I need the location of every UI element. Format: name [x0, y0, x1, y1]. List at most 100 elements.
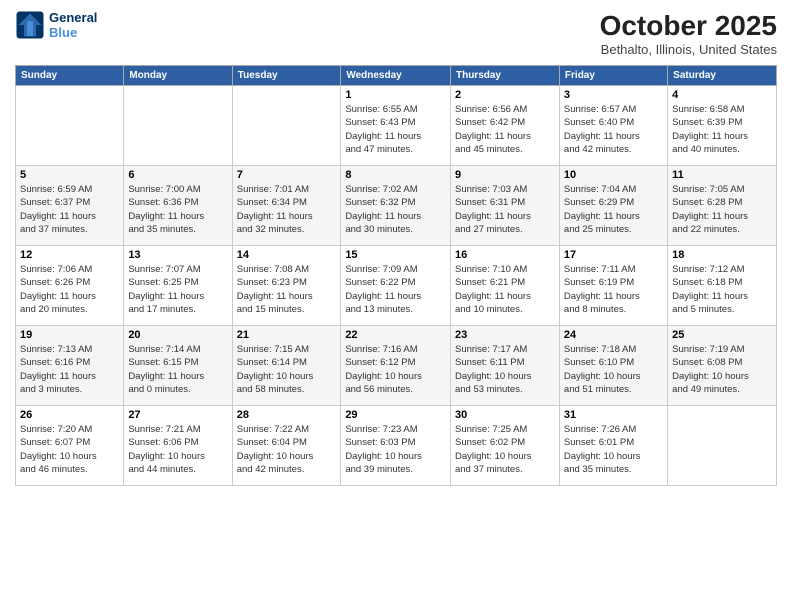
day-number: 3	[564, 89, 663, 101]
calendar-cell: 5 Sunrise: 6:59 AM Sunset: 6:37 PM Daylig…	[16, 166, 124, 246]
day-number: 28	[237, 409, 337, 421]
day-number: 19	[20, 329, 119, 341]
day-info: Sunrise: 7:12 AM Sunset: 6:18 PM Dayligh…	[672, 263, 772, 316]
calendar-cell: 20Sunrise: 7:14 AM Sunset: 6:15 PM Dayli…	[124, 326, 232, 406]
calendar-cell: 31 Sunrise: 7:26 AM Sunset: 6:01 PM Dayli…	[559, 406, 667, 486]
calendar-cell: 9 Sunrise: 7:03 AM Sunset: 6:31 PM Daylig…	[450, 166, 559, 246]
day-info: Sunrise: 7:05 AM Sunset: 6:28 PM Dayligh…	[672, 183, 772, 236]
calendar-cell	[668, 406, 777, 486]
calendar-cell	[232, 86, 341, 166]
day-number: 16	[455, 249, 555, 261]
day-number: 7	[237, 169, 337, 181]
day-info: Sunrise: 7:22 AM Sunset: 6:04 PM Dayligh…	[237, 423, 337, 476]
day-number: 6	[128, 169, 227, 181]
calendar-table: SundayMondayTuesdayWednesdayThursdayFrid…	[15, 65, 777, 486]
day-number: 17	[564, 249, 663, 261]
day-info: Sunrise: 7:17 AM Sunset: 6:11 PM Dayligh…	[455, 343, 555, 396]
day-number: 22	[345, 329, 446, 341]
calendar-cell: 1 Sunrise: 6:55 AM Sunset: 6:43 PM Daylig…	[341, 86, 451, 166]
calendar-cell: 13Sunrise: 7:07 AM Sunset: 6:25 PM Dayli…	[124, 246, 232, 326]
day-info: Sunrise: 6:56 AM Sunset: 6:42 PM Dayligh…	[455, 103, 555, 156]
day-number: 12	[20, 249, 119, 261]
weekday-header-row: SundayMondayTuesdayWednesdayThursdayFrid…	[16, 66, 777, 86]
calendar-cell: 6 Sunrise: 7:00 AM Sunset: 6:36 PM Daylig…	[124, 166, 232, 246]
day-number: 1	[345, 89, 446, 101]
week-row-5: 26 Sunrise: 7:20 AM Sunset: 6:07 PM Dayli…	[16, 406, 777, 486]
day-info: Sunrise: 7:13 AM Sunset: 6:16 PM Dayligh…	[20, 343, 119, 396]
month-title: October 2025	[600, 10, 777, 42]
day-number: 4	[672, 89, 772, 101]
week-row-3: 12 Sunrise: 7:06 AM Sunset: 6:26 PM Dayli…	[16, 246, 777, 326]
title-block: October 2025 Bethalto, Illinois, United …	[600, 10, 777, 57]
day-info: Sunrise: 7:10 AM Sunset: 6:21 PM Dayligh…	[455, 263, 555, 316]
day-number: 31	[564, 409, 663, 421]
calendar-cell: 29Sunrise: 7:23 AM Sunset: 6:03 PM Dayli…	[341, 406, 451, 486]
calendar-cell: 28 Sunrise: 7:22 AM Sunset: 6:04 PM Dayli…	[232, 406, 341, 486]
calendar-cell: 22 Sunrise: 7:16 AM Sunset: 6:12 PM Dayli…	[341, 326, 451, 406]
week-row-1: 1 Sunrise: 6:55 AM Sunset: 6:43 PM Daylig…	[16, 86, 777, 166]
day-number: 15	[345, 249, 446, 261]
calendar-cell: 15 Sunrise: 7:09 AM Sunset: 6:22 PM Dayli…	[341, 246, 451, 326]
calendar-cell: 4 Sunrise: 6:58 AM Sunset: 6:39 PM Daylig…	[668, 86, 777, 166]
calendar-cell: 24Sunrise: 7:18 AM Sunset: 6:10 PM Dayli…	[559, 326, 667, 406]
day-info: Sunrise: 7:25 AM Sunset: 6:02 PM Dayligh…	[455, 423, 555, 476]
calendar-cell: 18 Sunrise: 7:12 AM Sunset: 6:18 PM Dayli…	[668, 246, 777, 326]
calendar-cell: 12 Sunrise: 7:06 AM Sunset: 6:26 PM Dayli…	[16, 246, 124, 326]
logo-icon	[15, 10, 45, 40]
day-number: 18	[672, 249, 772, 261]
day-info: Sunrise: 7:18 AM Sunset: 6:10 PM Dayligh…	[564, 343, 663, 396]
week-row-2: 5 Sunrise: 6:59 AM Sunset: 6:37 PM Daylig…	[16, 166, 777, 246]
calendar-cell: 25 Sunrise: 7:19 AM Sunset: 6:08 PM Dayli…	[668, 326, 777, 406]
logo: General Blue	[15, 10, 97, 40]
header: General Blue October 2025 Bethalto, Illi…	[15, 10, 777, 57]
calendar-cell: 26 Sunrise: 7:20 AM Sunset: 6:07 PM Dayli…	[16, 406, 124, 486]
day-number: 2	[455, 89, 555, 101]
day-number: 26	[20, 409, 119, 421]
calendar-cell: 16 Sunrise: 7:10 AM Sunset: 6:21 PM Dayli…	[450, 246, 559, 326]
day-info: Sunrise: 7:21 AM Sunset: 6:06 PM Dayligh…	[128, 423, 227, 476]
day-number: 29	[345, 409, 446, 421]
day-info: Sunrise: 7:20 AM Sunset: 6:07 PM Dayligh…	[20, 423, 119, 476]
day-info: Sunrise: 7:16 AM Sunset: 6:12 PM Dayligh…	[345, 343, 446, 396]
day-info: Sunrise: 6:59 AM Sunset: 6:37 PM Dayligh…	[20, 183, 119, 236]
calendar-cell: 7 Sunrise: 7:01 AM Sunset: 6:34 PM Daylig…	[232, 166, 341, 246]
day-info: Sunrise: 7:09 AM Sunset: 6:22 PM Dayligh…	[345, 263, 446, 316]
calendar-cell: 3Sunrise: 6:57 AM Sunset: 6:40 PM Daylig…	[559, 86, 667, 166]
calendar-cell: 14 Sunrise: 7:08 AM Sunset: 6:23 PM Dayli…	[232, 246, 341, 326]
weekday-header-thursday: Thursday	[450, 66, 559, 86]
day-info: Sunrise: 7:14 AM Sunset: 6:15 PM Dayligh…	[128, 343, 227, 396]
calendar-cell: 8Sunrise: 7:02 AM Sunset: 6:32 PM Daylig…	[341, 166, 451, 246]
day-number: 25	[672, 329, 772, 341]
day-info: Sunrise: 7:08 AM Sunset: 6:23 PM Dayligh…	[237, 263, 337, 316]
calendar-cell	[16, 86, 124, 166]
calendar-cell: 17Sunrise: 7:11 AM Sunset: 6:19 PM Dayli…	[559, 246, 667, 326]
day-number: 23	[455, 329, 555, 341]
day-info: Sunrise: 7:26 AM Sunset: 6:01 PM Dayligh…	[564, 423, 663, 476]
weekday-header-sunday: Sunday	[16, 66, 124, 86]
day-number: 13	[128, 249, 227, 261]
day-info: Sunrise: 7:01 AM Sunset: 6:34 PM Dayligh…	[237, 183, 337, 236]
day-info: Sunrise: 7:00 AM Sunset: 6:36 PM Dayligh…	[128, 183, 227, 236]
day-info: Sunrise: 6:58 AM Sunset: 6:39 PM Dayligh…	[672, 103, 772, 156]
weekday-header-friday: Friday	[559, 66, 667, 86]
day-number: 8	[345, 169, 446, 181]
day-info: Sunrise: 7:15 AM Sunset: 6:14 PM Dayligh…	[237, 343, 337, 396]
day-number: 5	[20, 169, 119, 181]
day-number: 9	[455, 169, 555, 181]
calendar-cell	[124, 86, 232, 166]
calendar-container: General Blue October 2025 Bethalto, Illi…	[0, 0, 792, 612]
day-number: 14	[237, 249, 337, 261]
calendar-cell: 11Sunrise: 7:05 AM Sunset: 6:28 PM Dayli…	[668, 166, 777, 246]
weekday-header-wednesday: Wednesday	[341, 66, 451, 86]
weekday-header-tuesday: Tuesday	[232, 66, 341, 86]
weekday-header-saturday: Saturday	[668, 66, 777, 86]
day-number: 27	[128, 409, 227, 421]
day-info: Sunrise: 7:04 AM Sunset: 6:29 PM Dayligh…	[564, 183, 663, 236]
day-info: Sunrise: 7:19 AM Sunset: 6:08 PM Dayligh…	[672, 343, 772, 396]
calendar-cell: 19 Sunrise: 7:13 AM Sunset: 6:16 PM Dayli…	[16, 326, 124, 406]
day-info: Sunrise: 7:06 AM Sunset: 6:26 PM Dayligh…	[20, 263, 119, 316]
day-number: 21	[237, 329, 337, 341]
calendar-cell: 30Sunrise: 7:25 AM Sunset: 6:02 PM Dayli…	[450, 406, 559, 486]
day-info: Sunrise: 7:03 AM Sunset: 6:31 PM Dayligh…	[455, 183, 555, 236]
day-info: Sunrise: 6:55 AM Sunset: 6:43 PM Dayligh…	[345, 103, 446, 156]
